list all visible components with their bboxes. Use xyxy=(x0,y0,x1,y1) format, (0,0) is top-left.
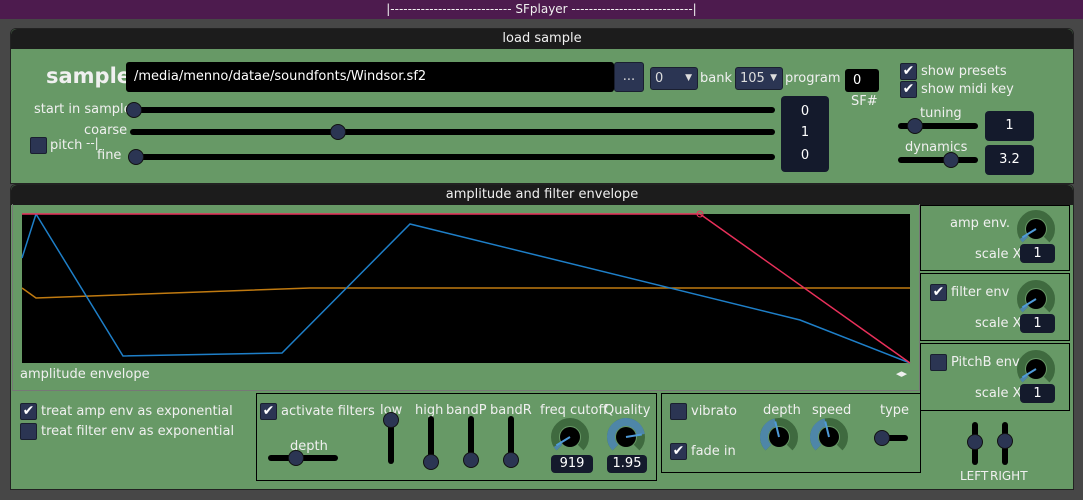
filter-env-label: filter env xyxy=(951,285,1010,300)
vibrato-type-handle[interactable] xyxy=(874,430,890,446)
activate-filters-label: activate filters xyxy=(281,404,375,419)
filter-env-checkbox[interactable]: ✔ xyxy=(930,284,947,301)
quality-label: Quality xyxy=(604,403,651,418)
vibrato-checkbox[interactable] xyxy=(670,403,687,420)
filter-exp-checkbox[interactable] xyxy=(20,423,37,440)
pitch-scale-label: scale X xyxy=(975,386,1022,401)
filter-exp-label: treat filter env as exponential xyxy=(41,424,235,439)
pitch-scale-value[interactable]: 1 xyxy=(1020,384,1055,403)
bandr-slider-handle[interactable] xyxy=(503,452,519,468)
bandp-label: bandP xyxy=(446,403,487,418)
left-label: LEFT xyxy=(960,469,989,483)
activate-filters-checkbox[interactable]: ✔ xyxy=(260,403,277,420)
amp-env-label: amp env. xyxy=(950,216,1011,231)
vibrato-speed-label: speed xyxy=(812,403,852,418)
amp-exp-label: treat amp env as exponential xyxy=(41,404,233,419)
filter-scale-label: scale X xyxy=(975,316,1022,331)
amp-scale-value[interactable]: 1 xyxy=(1020,244,1055,263)
low-slider-handle[interactable] xyxy=(383,412,399,428)
graph-label: amplitude envelope xyxy=(20,367,150,382)
bandp-slider-handle[interactable] xyxy=(463,452,479,468)
fade-in-label: fade in xyxy=(691,444,736,459)
right-label: RIGHT xyxy=(990,469,1028,483)
filter-scale-value[interactable]: 1 xyxy=(1020,314,1055,333)
filter-depth-handle[interactable] xyxy=(288,450,304,466)
pitch-env-checkbox[interactable] xyxy=(930,354,947,371)
amp-scale-label: scale X xyxy=(975,247,1022,262)
freq-cutoff-value[interactable]: 919 xyxy=(551,455,593,473)
amp-exp-checkbox[interactable]: ✔ xyxy=(20,403,37,420)
freq-cutoff-label: freq cutoff xyxy=(540,403,608,418)
vibrato-label: vibrato xyxy=(691,404,737,419)
vibrato-type-label: type xyxy=(880,403,910,418)
scroll-arrows-icon[interactable]: ◂▸ xyxy=(896,367,907,380)
quality-value[interactable]: 1.95 xyxy=(607,455,647,473)
left-slider-handle[interactable] xyxy=(967,434,983,450)
high-slider-handle[interactable] xyxy=(423,454,439,470)
vibrato-depth-label: depth xyxy=(763,403,801,418)
right-slider-handle[interactable] xyxy=(997,433,1013,449)
pitch-env-label: PitchB env. xyxy=(951,355,1023,370)
fade-in-checkbox[interactable]: ✔ xyxy=(670,443,687,460)
